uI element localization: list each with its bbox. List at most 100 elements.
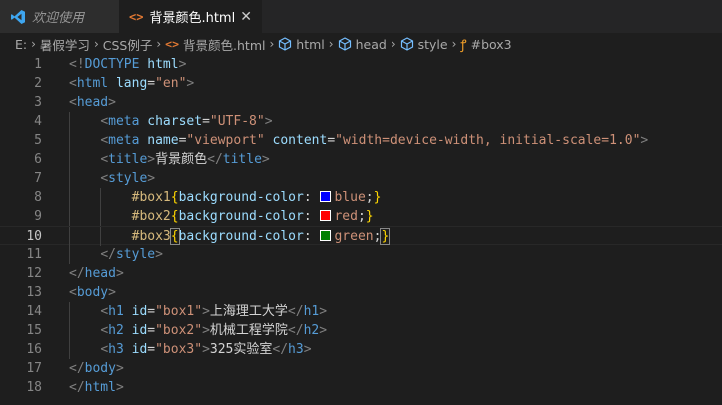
code-line[interactable]: 12 </head> xyxy=(0,264,722,283)
close-icon[interactable]: ✕ xyxy=(240,9,252,25)
code-token: #box3 xyxy=(131,229,171,244)
code-content: </html> xyxy=(69,378,124,397)
code-token: body xyxy=(76,285,109,300)
code-token: h1 xyxy=(303,304,320,319)
code-token: </ xyxy=(287,323,304,338)
code-token: } xyxy=(373,190,382,205)
code-token: > xyxy=(155,247,163,262)
code-token: "box3" xyxy=(155,342,203,357)
code-line[interactable]: 13 <body> xyxy=(0,283,722,302)
code-token: "width=device-width, initial-scale=1.0" xyxy=(335,133,641,148)
line-number: 1 xyxy=(34,57,42,72)
code-line[interactable]: 15 <h2 id="box2">机械工程学院</h2> xyxy=(0,321,722,340)
breadcrumb-file[interactable]: <> 背景颜色.html xyxy=(165,35,265,54)
code-token: > xyxy=(202,342,210,357)
color-swatch[interactable] xyxy=(320,191,332,202)
line-number: 6 xyxy=(34,152,42,167)
code-line[interactable]: 2 <html lang="en"> xyxy=(0,74,722,93)
color-swatch[interactable] xyxy=(320,230,332,241)
vscode-icon xyxy=(11,9,25,24)
code-token: 上海理工大学 xyxy=(209,304,288,319)
code-token: html xyxy=(84,380,116,395)
code-token: </ xyxy=(69,361,85,376)
code-line[interactable]: 17 </body> xyxy=(0,359,722,378)
breadcrumb-folder-summer[interactable]: 暑假学习 xyxy=(40,35,90,54)
code-token: > xyxy=(202,304,210,319)
code-token: > xyxy=(319,304,328,319)
line-number: 17 xyxy=(26,361,42,376)
code-token: id xyxy=(131,304,148,319)
color-swatch[interactable] xyxy=(320,210,332,221)
breadcrumb-html[interactable]: html xyxy=(278,37,325,52)
tab-bar: 欢迎使用 <> 背景颜色.html ✕ xyxy=(0,0,722,33)
code-token: h3 xyxy=(288,342,304,357)
code-token: < xyxy=(69,95,77,110)
code-token: > xyxy=(186,76,195,91)
line-number: 8 xyxy=(34,190,42,205)
code-line[interactable]: 1 <!DOCTYPE html> xyxy=(0,55,722,74)
code-token: meta xyxy=(108,133,140,148)
breadcrumb-style[interactable]: style xyxy=(400,37,448,52)
breadcrumb-head-label: head xyxy=(355,36,387,52)
line-number: 2 xyxy=(34,76,42,91)
code-line[interactable]: 8 #box1{background-color: blue;} xyxy=(0,188,722,207)
code-token: head xyxy=(84,266,116,281)
code-token: id xyxy=(131,342,148,357)
code-token: < xyxy=(100,133,109,148)
code-token: title xyxy=(108,152,148,167)
code-line[interactable]: 4 <meta charset="UTF-8"> xyxy=(0,112,722,131)
code-token: meta xyxy=(108,114,140,129)
html-file-icon: <> xyxy=(165,37,180,51)
code-token: > xyxy=(178,57,187,72)
code-line[interactable]: 7 <style> xyxy=(0,169,722,188)
code-token: background-color xyxy=(178,229,304,244)
code-token: 机械工程学院 xyxy=(209,323,288,338)
code-line[interactable]: 3 <head> xyxy=(0,93,722,112)
code-token: < xyxy=(69,285,77,300)
code-token: </ xyxy=(287,304,304,319)
breadcrumb-selector[interactable]: ꝭ #box3 xyxy=(460,35,511,54)
code-token: "box2" xyxy=(155,323,203,338)
code-line[interactable]: 5 <meta name="viewport" content="width=d… xyxy=(0,131,722,150)
code-line[interactable]: 18 </html> xyxy=(0,378,722,397)
code-token: id xyxy=(131,323,148,338)
code-line[interactable]: 9 #box2{background-color: red;} xyxy=(0,207,722,226)
code-token: red xyxy=(334,209,358,224)
code-token: lang xyxy=(115,76,148,91)
code-token: > xyxy=(261,152,270,167)
breadcrumb-head[interactable]: head xyxy=(338,37,387,52)
code-token: h2 xyxy=(303,323,320,338)
code-token: = xyxy=(147,323,156,338)
code-line[interactable]: 10 #box3{background-color: green;} xyxy=(0,226,722,246)
line-number: 16 xyxy=(26,342,42,357)
code-token: </ xyxy=(69,266,85,281)
tab-active-file[interactable]: <> 背景颜色.html ✕ xyxy=(119,0,262,33)
code-token: < xyxy=(100,152,109,167)
code-token: > xyxy=(115,266,124,281)
code-token: </ xyxy=(207,152,223,167)
code-content: <body> xyxy=(69,283,116,302)
code-line[interactable]: 6 <title>背景颜色</title> xyxy=(0,150,722,169)
code-token: < xyxy=(100,342,109,357)
cube-icon xyxy=(279,37,292,51)
line-number: 4 xyxy=(34,114,42,129)
code-editor[interactable]: 1 <!DOCTYPE html> 2 <html lang="en"> 3 <head>… xyxy=(0,55,722,405)
code-token: { xyxy=(169,228,180,245)
code-content: </body> xyxy=(69,359,124,378)
code-token: < xyxy=(100,114,109,129)
code-token: DOCTYPE xyxy=(84,57,140,72)
code-token: charset xyxy=(147,114,203,129)
code-line[interactable]: 14 <h1 id="box1">上海理工大学</h1> xyxy=(0,302,722,321)
code-line[interactable]: 16 <h3 id="box3">325实验室</h3> xyxy=(0,340,722,359)
breadcrumb-folder-css[interactable]: CSS例子 xyxy=(103,35,153,54)
tab-welcome[interactable]: 欢迎使用 xyxy=(0,0,119,33)
breadcrumb-style-label: style xyxy=(417,36,448,52)
breadcrumb-drive[interactable]: E: xyxy=(15,37,27,52)
code-token: = xyxy=(147,76,156,91)
code-line[interactable]: 11 </style> xyxy=(0,245,722,264)
code-content: <!DOCTYPE html> xyxy=(69,55,186,74)
code-content: <meta charset="UTF-8"> xyxy=(69,112,272,131)
